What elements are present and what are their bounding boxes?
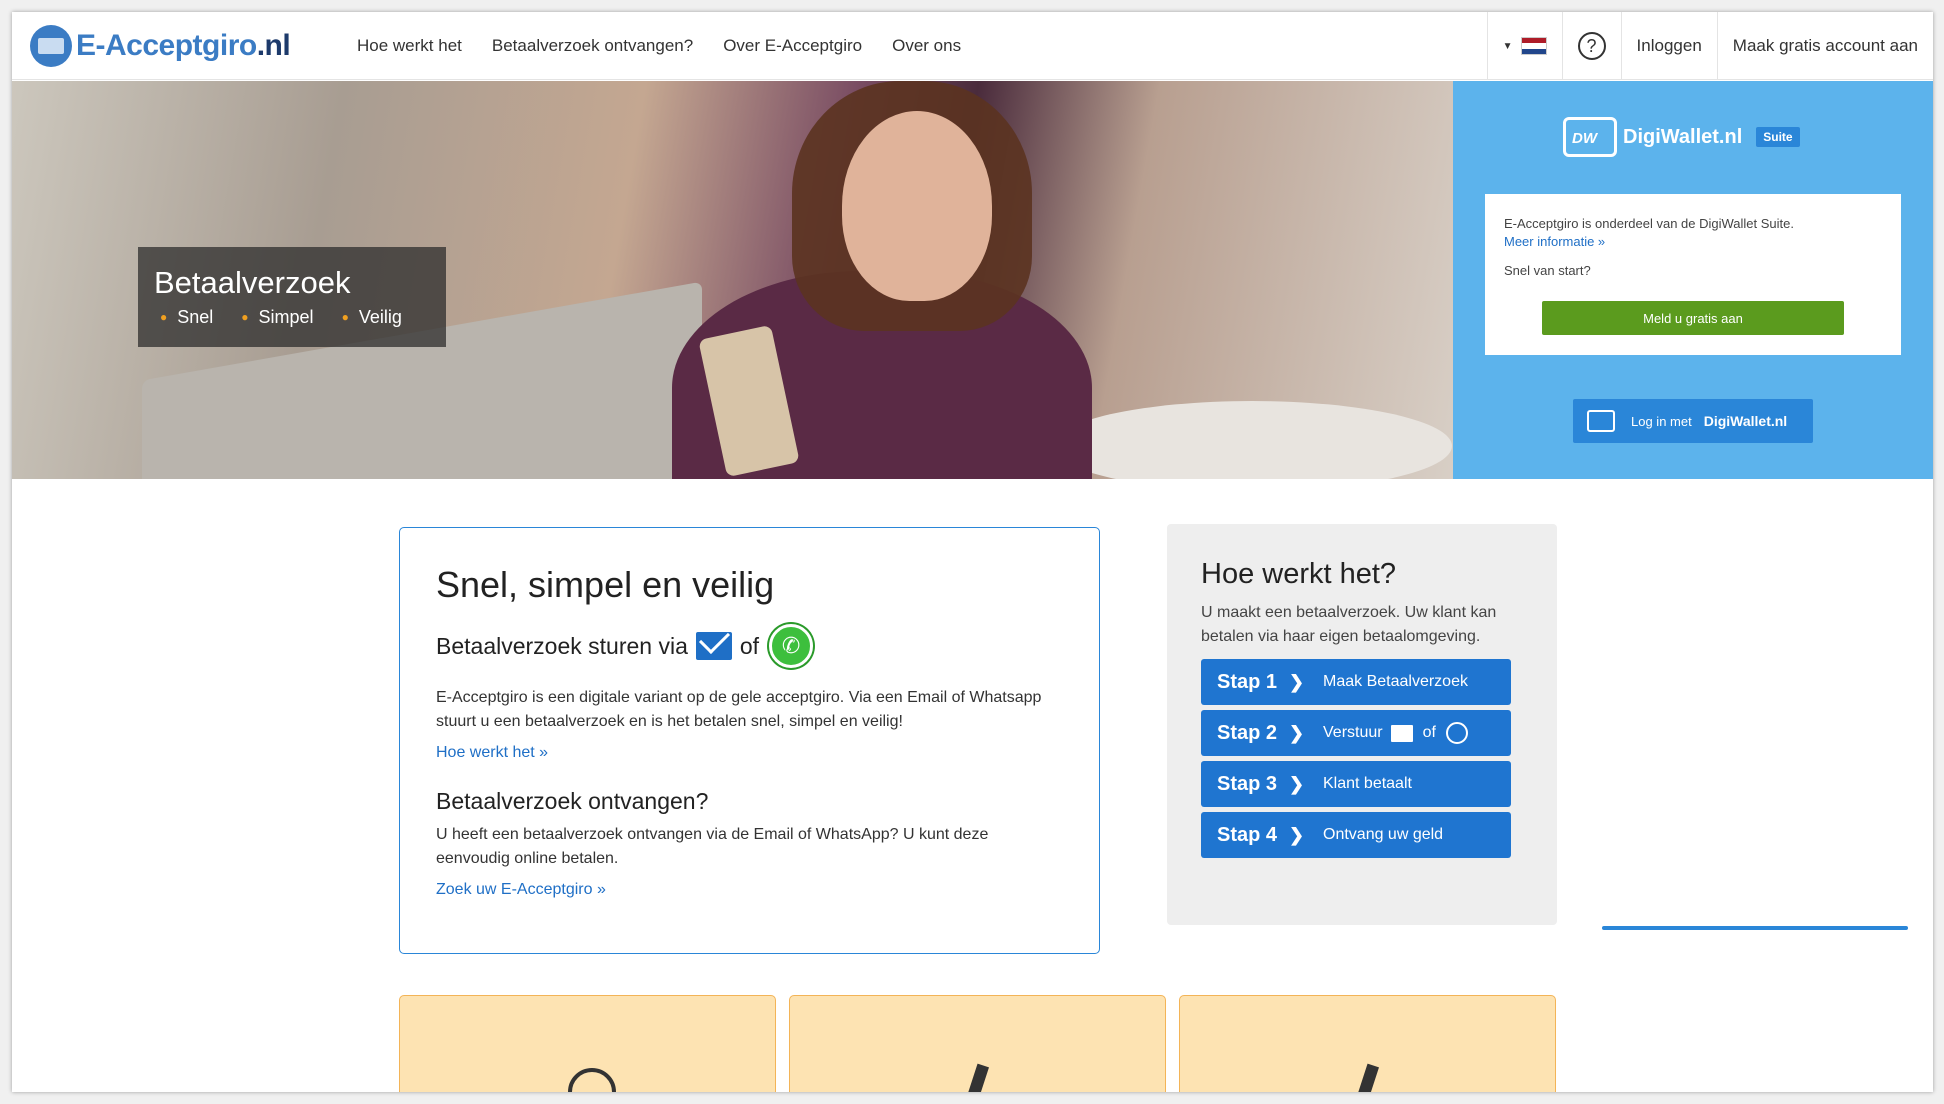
help-icon: ? [1577,32,1606,60]
hero-image: Betaalverzoek Snel Simpel Veilig [12,81,1453,479]
chevron-right-icon: ❯ [1289,773,1305,794]
how-it-works-link[interactable]: Hoe werkt het » [436,744,1063,762]
divider-line [1602,926,1908,930]
email-icon [695,632,732,660]
nav-hoe-werkt-het[interactable]: Hoe werkt het [357,36,462,56]
login-link[interactable]: Inloggen [1620,12,1717,80]
receive-text: U heeft een betaalverzoek ontvangen via … [436,826,989,867]
digiwallet-login-button[interactable]: Log in met DigiWallet.nl [1573,399,1813,443]
how-text: U maakt een betaalverzoek. Uw klant kan … [1201,604,1497,645]
email-icon [1390,724,1413,742]
quick-start-label: Snel van start? [1504,263,1591,278]
suite-badge: Suite [1756,127,1800,147]
feature-card-veilig [1179,995,1556,1092]
how-title: Hoe werkt het? [1201,558,1397,590]
whatsapp-icon [1445,722,1468,744]
site-logo[interactable]: E-Acceptgiro.nl [30,25,291,67]
step-1[interactable]: Stap 1 ❯ Maak Betaalverzoek [1201,659,1511,705]
steps-list: Stap 1 ❯ Maak Betaalverzoek Stap 2 ❯ Ver… [1201,659,1523,858]
chevron-right-icon: ❯ [1289,671,1305,692]
digiwallet-info-card: E-Acceptgiro is onderdeel van de DigiWal… [1485,194,1901,355]
search-acceptgiro-link[interactable]: Zoek uw E-Acceptgiro » [436,881,1063,899]
logo-icon [30,25,72,67]
feature-card-snel [399,995,776,1092]
hero-bullet: Simpel [235,307,314,328]
digiwallet-text: E-Acceptgiro is onderdeel van de DigiWal… [1504,216,1794,231]
logo-text: E-Acceptgiro [76,29,257,62]
send-text: E-Acceptgiro is een digitale variant op … [436,689,1042,730]
how-it-works-panel: Hoe werkt het? U maakt een betaalverzoek… [1167,524,1557,925]
hero-caption: Betaalverzoek Snel Simpel Veilig [138,247,446,347]
site-header: E-Acceptgiro.nl Hoe werkt het Betaalverz… [12,12,1933,80]
whatsapp-icon [769,624,814,668]
wallet-icon [1563,117,1617,157]
signup-link[interactable]: Maak gratis account aan [1716,12,1933,80]
more-info-link[interactable]: Meer informatie » [1504,234,1882,249]
nav-betaalverzoek-ontvangen[interactable]: Betaalverzoek ontvangen? [492,36,693,56]
nav-over-e-acceptgiro[interactable]: Over E-Acceptgiro [723,36,862,56]
register-free-button[interactable]: Meld u gratis aan [1542,301,1844,335]
logo-suffix: .nl [256,29,291,62]
hero-bullet: Veilig [336,307,402,328]
digiwallet-logo: DigiWallet.nl Suite [1563,117,1800,157]
hero-title: Betaalverzoek [154,265,351,300]
chevron-right-icon: ❯ [1289,824,1305,845]
caret-down-icon: ▼ [1502,40,1513,52]
feature-card-simpel [789,995,1166,1092]
lock-icon [1349,1063,1379,1092]
step-4[interactable]: Stap 4 ❯ Ontvang uw geld [1201,812,1511,858]
receive-heading: Betaalverzoek ontvangen? [436,788,709,814]
intro-card: Snel, simpel en veilig Betaalverzoek stu… [399,527,1100,954]
thumbs-up-icon [959,1063,989,1092]
hero-bullet: Snel [154,307,213,328]
chevron-right-icon: ❯ [1289,722,1305,743]
clock-icon [568,1068,616,1092]
dutch-flag-icon [1520,37,1547,55]
header-actions: ▼ ? Inloggen Maak gratis account aan [1486,12,1933,80]
send-heading: Betaalverzoek sturen via of [436,624,1063,668]
digiwallet-panel: DigiWallet.nl Suite E-Acceptgiro is onde… [1453,81,1933,479]
step-3[interactable]: Stap 3 ❯ Klant betaalt [1201,761,1511,807]
nav-over-ons[interactable]: Over ons [892,36,961,56]
page: E-Acceptgiro.nl Hoe werkt het Betaalverz… [12,12,1933,1092]
language-selector[interactable]: ▼ [1486,12,1562,80]
wallet-icon [1587,410,1615,432]
help-button[interactable]: ? [1561,12,1621,80]
intro-title: Snel, simpel en veilig [436,564,775,605]
step-2[interactable]: Stap 2 ❯ Verstuur of [1201,710,1511,756]
main-nav: Hoe werkt het Betaalverzoek ontvangen? O… [357,12,961,80]
